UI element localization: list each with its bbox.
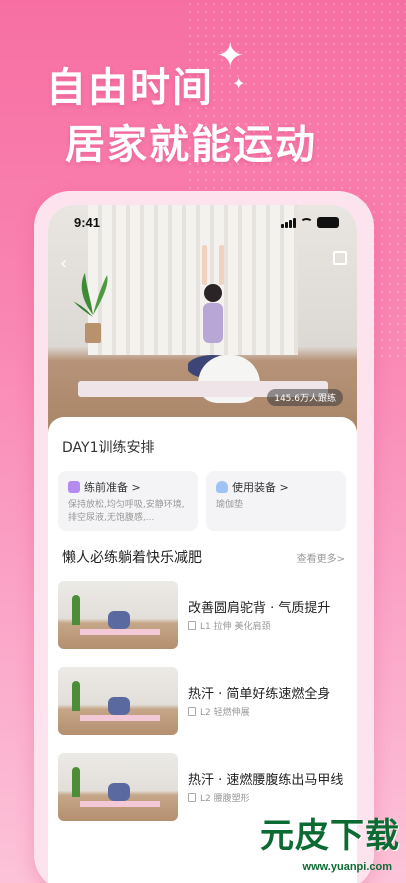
hero-line-2: 居家就能运动	[65, 122, 317, 168]
see-more-link[interactable]: 查看更多>	[297, 550, 345, 565]
course-meta-text: L2 腰腹塑形	[200, 794, 250, 804]
prep-label: 练前准备 >	[84, 481, 141, 494]
course-card[interactable]: 改善圆肩驼背 · 气质提升 L1 拉伸 美化肩颈	[58, 581, 348, 649]
document-icon	[188, 621, 196, 630]
course-card[interactable]: 热汗 · 简单好练速燃全身 L2 轻燃伸展	[58, 667, 348, 735]
signal-icon	[281, 217, 296, 228]
plant-illustration	[73, 273, 108, 343]
back-icon[interactable]: ‹	[60, 253, 67, 274]
prep-card[interactable]: 练前准备 > 保持放松,均匀呼吸,安静环境,排空尿液,无饱腹感,...	[58, 471, 198, 531]
course-thumbnail	[58, 667, 178, 735]
clipboard-icon	[68, 481, 80, 493]
status-bar: 9:41	[48, 215, 357, 233]
course-meta-text: L2 轻燃伸展	[200, 708, 250, 718]
status-time: 9:41	[74, 215, 101, 230]
section-title-text: 懒人必练躺着快乐减肥	[62, 550, 202, 566]
battery-icon	[317, 217, 339, 228]
document-icon	[188, 707, 196, 716]
equipment-label: 使用装备 >	[232, 481, 289, 494]
viewer-count-badge: 145.6万人跟练	[267, 389, 343, 406]
course-meta: L2 轻燃伸展	[188, 705, 250, 718]
video-player[interactable]: 9:41 ‹ 145.6万人跟练	[48, 205, 357, 441]
section-title: 懒人必练躺着快乐减肥	[62, 547, 202, 568]
course-meta: L2 腰腹塑形	[188, 791, 250, 804]
hero-line-1: 自由时间	[46, 65, 214, 111]
document-icon	[188, 793, 196, 802]
day-plan-title: DAY1训练安排	[62, 440, 155, 456]
course-title: 热汗 · 简单好练速燃全身	[188, 687, 331, 702]
course-meta-text: L1 拉伸 美化肩颈	[200, 622, 271, 632]
watermark-brand: 元皮下载	[260, 816, 400, 856]
phone-screen: 9:41 ‹ 145.6万人跟练 DAY1训练安排 练前准备 > 保持放松,均匀…	[48, 205, 357, 883]
sparkle-small-icon: ✦	[232, 74, 246, 93]
watermark-url: www.yuanpi.com	[302, 861, 392, 873]
sparkle-icon: ✦	[216, 36, 245, 76]
course-title: 改善圆肩驼背 · 气质提升	[188, 601, 331, 616]
equipment-desc: 瑜伽垫	[216, 500, 244, 510]
prep-desc: 保持放松,均匀呼吸,安静环境,排空尿液,无饱腹感,...	[68, 500, 185, 523]
share-icon[interactable]	[333, 251, 347, 265]
wifi-icon	[300, 217, 313, 228]
course-meta: L1 拉伸 美化肩颈	[188, 619, 270, 632]
course-title: 热汗 · 速燃腰腹练出马甲线	[188, 773, 344, 788]
course-thumbnail	[58, 753, 178, 821]
status-icons	[281, 217, 339, 228]
course-thumbnail	[58, 581, 178, 649]
equipment-icon	[216, 481, 228, 493]
equipment-card[interactable]: 使用装备 > 瑜伽垫	[206, 471, 346, 531]
